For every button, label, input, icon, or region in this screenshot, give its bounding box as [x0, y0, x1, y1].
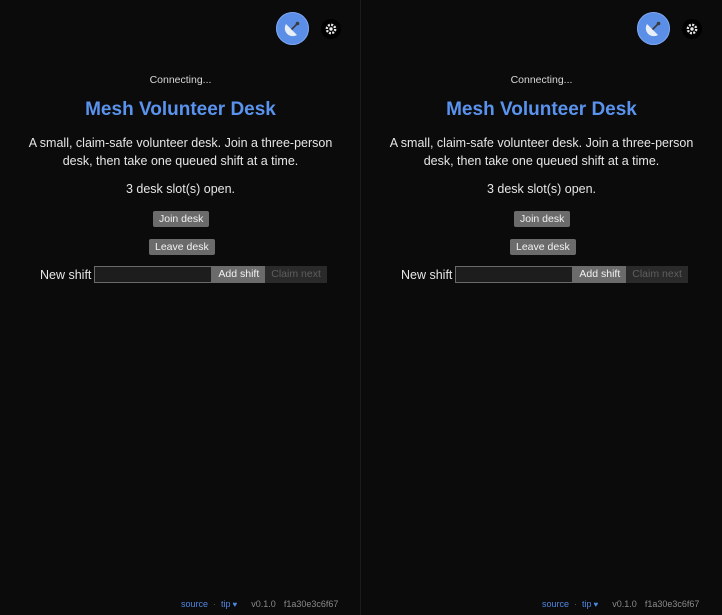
new-shift-label: New shift	[40, 267, 92, 282]
heart-icon: ♥	[593, 599, 599, 609]
heart-icon: ♥	[232, 599, 238, 609]
footer: source · tip ♥ v0.1.0 f1a30e3c6f67	[181, 599, 338, 609]
version-label: v0.1.0	[612, 599, 637, 609]
add-shift-button[interactable]: Add shift	[573, 266, 627, 283]
new-shift-row: New shift Add shift Claim next	[401, 266, 688, 283]
settings-button[interactable]	[321, 19, 341, 39]
new-shift-input[interactable]	[455, 266, 574, 283]
description: A small, claim-safe volunteer desk. Join…	[28, 136, 333, 168]
new-shift-input[interactable]	[94, 266, 213, 283]
gear-icon	[686, 23, 698, 35]
description: A small, claim-safe volunteer desk. Join…	[389, 136, 694, 168]
connection-status: Connecting...	[510, 74, 573, 86]
split-view: Connecting... Mesh Volunteer Desk A smal…	[0, 0, 722, 615]
commit-hash: f1a30e3c6f67	[283, 599, 339, 609]
page-title: Mesh Volunteer Desk	[446, 99, 637, 120]
settings-button[interactable]	[682, 19, 702, 39]
satellite-dish-icon	[645, 21, 661, 37]
slots-status: 3 desk slot(s) open.	[486, 182, 597, 196]
source-link[interactable]: source	[181, 599, 208, 609]
satellite-dish-icon	[284, 21, 300, 37]
avatar-button[interactable]	[637, 12, 670, 45]
claim-next-button[interactable]: Claim next	[626, 266, 688, 283]
gear-icon	[325, 23, 337, 35]
tip-link[interactable]: tip	[221, 599, 231, 609]
connection-status: Connecting...	[149, 74, 212, 86]
footer: source · tip ♥ v0.1.0 f1a30e3c6f67	[542, 599, 699, 609]
leave-desk-button[interactable]: Leave desk	[510, 239, 576, 255]
join-desk-button[interactable]: Join desk	[153, 211, 210, 227]
right-pane: Connecting... Mesh Volunteer Desk A smal…	[361, 0, 722, 615]
new-shift-label: New shift	[401, 267, 453, 282]
commit-hash: f1a30e3c6f67	[644, 599, 700, 609]
slots-status: 3 desk slot(s) open.	[125, 182, 236, 196]
avatar-button[interactable]	[276, 12, 309, 45]
version-label: v0.1.0	[251, 599, 276, 609]
source-link[interactable]: source	[542, 599, 569, 609]
leave-desk-button[interactable]: Leave desk	[149, 239, 215, 255]
page-title: Mesh Volunteer Desk	[85, 99, 276, 120]
footer-separator: ·	[213, 599, 217, 609]
left-pane: Connecting... Mesh Volunteer Desk A smal…	[0, 0, 361, 615]
footer-separator: ·	[574, 599, 578, 609]
new-shift-row: New shift Add shift Claim next	[40, 266, 327, 283]
tip-link[interactable]: tip	[582, 599, 592, 609]
join-desk-button[interactable]: Join desk	[514, 211, 571, 227]
add-shift-button[interactable]: Add shift	[212, 266, 266, 283]
claim-next-button[interactable]: Claim next	[265, 266, 327, 283]
